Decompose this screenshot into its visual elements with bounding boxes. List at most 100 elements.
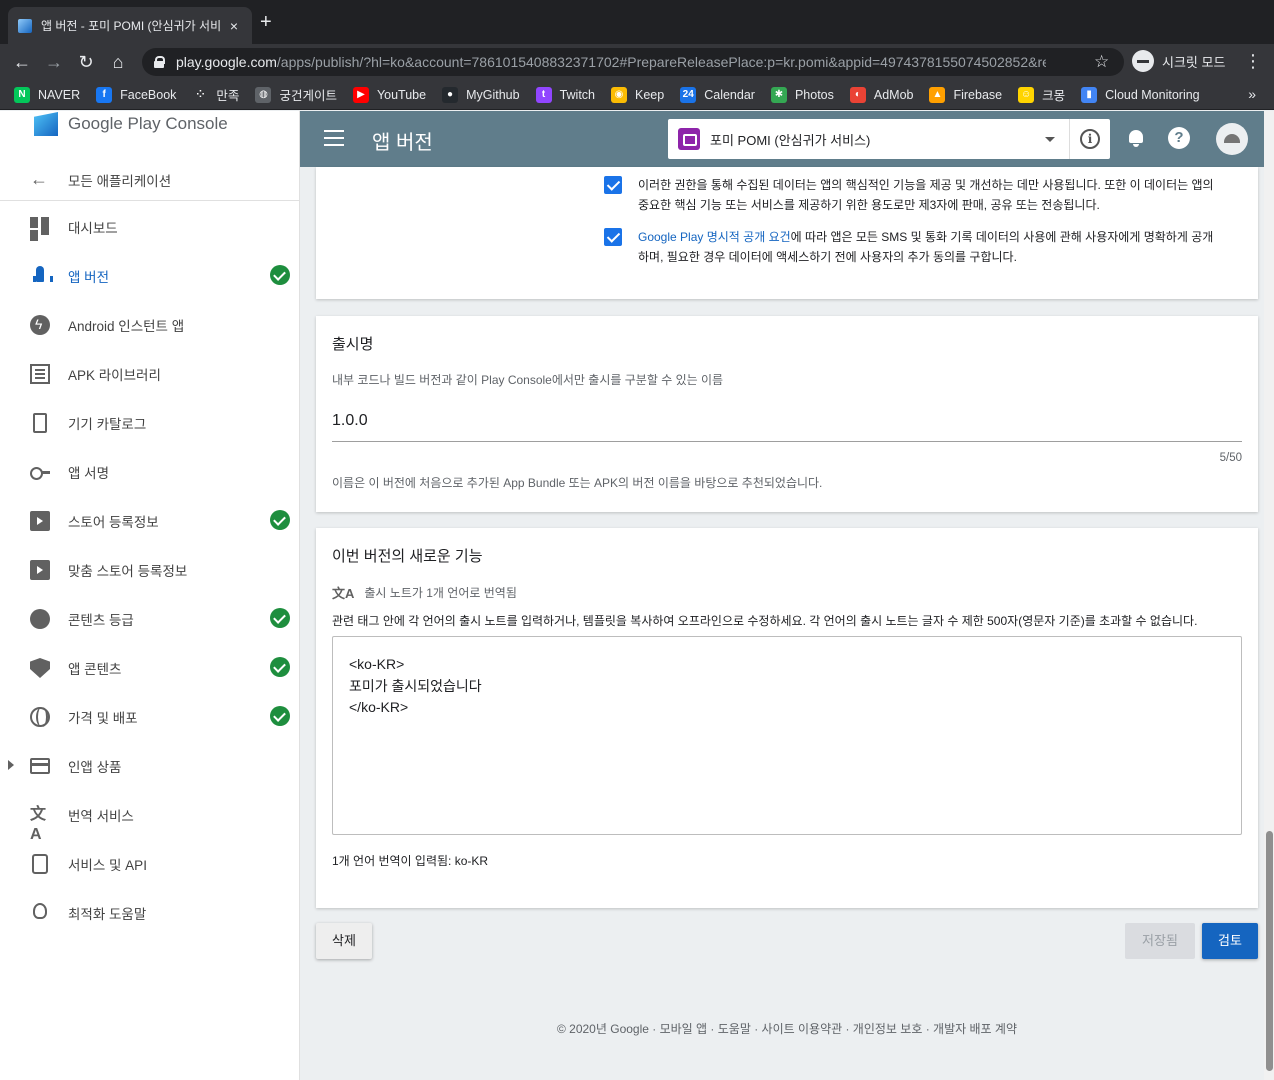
bookmark-keep[interactable]: ◉ Keep [611,86,664,103]
bookmark-firebase[interactable]: ▲ Firebase [929,86,1002,103]
sidebar-item[interactable]: 앱 콘텐츠 [0,643,300,692]
sidebar-item[interactable]: 콘텐츠 등급 [0,594,300,643]
brand[interactable]: Google Play Console [34,111,228,137]
info-button[interactable]: i [1070,119,1110,159]
sidebar-item[interactable]: 대시보드 [0,202,300,251]
sidebar-item[interactable]: 서비스 및 API [0,839,300,888]
sidebar-item[interactable]: 인앱 상품 [0,741,300,790]
disclosure-requirements-link[interactable]: Google Play 명시적 공개 요건 [638,230,791,244]
bookmark-cloud-monitoring[interactable]: ▮ Cloud Monitoring [1081,86,1200,103]
bookmark-photos[interactable]: ✱ Photos [770,86,834,103]
saved-button[interactable]: 저장됨 [1125,923,1195,959]
shield-icon [30,658,50,678]
check-circle-icon [270,510,290,530]
release-name-hint: 이름은 이 버전에 처음으로 추가된 App Bundle 또는 APK의 버전… [332,476,823,490]
translation-status: 文A 출시 노트가 1개 언어로 번역됨 [332,583,517,602]
browser-tab[interactable]: 앱 버전 - 포미 POMI (안심귀가 서비스 × [8,7,252,44]
device-icon [33,413,47,433]
sidebar-item-label: 스토어 등록정보 [68,514,159,530]
delete-button[interactable]: 삭제 [316,923,372,959]
bookmark-twitch[interactable]: t Twitch [535,86,596,103]
new-tab-button[interactable]: + [260,12,272,32]
app-selector[interactable]: 포미 POMI (안심귀가 서비스) i [668,119,1110,159]
checkbox-permission-2[interactable] [604,228,622,246]
permission-text-1: 이러한 권한을 통해 수집된 데이터는 앱의 핵심적인 기능을 제공 및 개선하… [638,178,1214,212]
sidebar-item[interactable]: 기기 카탈로그 [0,398,300,447]
bookmark-만족[interactable]: ⁘ 만족 [192,85,239,104]
bookmark-label: 궁건게이트 [279,89,337,103]
sidebar-item[interactable]: 스토어 등록정보 [0,496,300,545]
review-button[interactable]: 검토 [1202,923,1258,959]
help-icon[interactable]: ? [1168,127,1192,151]
bookmark-facebook[interactable]: f FaceBook [96,86,176,103]
forward-arrow-icon[interactable]: → [42,50,66,74]
bookmark-admob[interactable]: ◐ AdMob [849,86,913,103]
bookmark-star-icon[interactable]: ☆ [1094,52,1109,72]
notifications-bell-icon[interactable] [1124,127,1148,151]
api-icon [32,854,48,874]
bulb-icon [33,903,47,919]
release-name-input[interactable]: 1.0.0 [332,412,1242,442]
bookmark-label: Twitch [559,87,596,102]
release-notes-textarea[interactable]: <ko-KR> 포미가 출시되었습니다 </ko-KR> [332,636,1242,835]
sidebar-item[interactable]: 맞춤 스토어 등록정보 [0,545,300,594]
sidebar-item[interactable]: 文A 번역 서비스 [0,790,300,843]
scrollbar-thumb[interactable] [1266,831,1273,1071]
sidebar-item-label: Android 인스턴트 앱 [68,318,185,334]
checkbox-permission-1[interactable] [604,176,622,194]
monitoring-icon: ▮ [1081,86,1098,103]
all-apps-link[interactable]: ← 모든 애플리케이션 [0,159,300,201]
card-icon [30,758,50,774]
account-avatar[interactable] [1216,123,1248,155]
play-console-favicon-icon [18,18,32,33]
sidebar-item-label: 최적화 도움말 [68,906,147,922]
bookmark-naver[interactable]: N NAVER [14,86,81,103]
home-icon[interactable]: ⌂ [106,50,130,74]
kmong-icon: ☺ [1018,86,1035,103]
back-arrow-icon[interactable]: ← [10,50,34,74]
expand-arrow-icon[interactable] [8,760,14,770]
bookmark-궁건게이트[interactable]: ◍ 궁건게이트 [255,85,337,104]
incognito-indicator[interactable]: 시크릿 모드 [1132,50,1225,72]
sidebar-item-label: 가격 및 배포 [68,710,138,726]
release-name-subtitle: 내부 코드나 빌드 버전과 같이 Play Console에서만 출시를 구분할… [332,373,724,387]
bookmark-youtube[interactable]: ▶ YouTube [352,86,427,103]
sidebar-item[interactable]: 가격 및 배포 [0,692,300,741]
bookmark-크몽[interactable]: ☺ 크몽 [1018,85,1065,104]
browser-menu-icon[interactable]: ⋮ [1244,51,1262,72]
bookmark-label: YouTube [376,87,427,102]
sidebar: Google Play Console ← 모든 애플리케이션 대시보드 앱 버전… [0,111,300,1080]
menu-icon[interactable] [324,130,344,148]
sidebar-item[interactable]: 앱 버전 [0,251,300,300]
whats-new-title: 이번 버전의 새로운 기능 [332,548,483,565]
page-footer: © 2020년 Google · 모바일 앱 · 도움말 · 사이트 이용약관 … [556,1022,1017,1036]
sidebar-item-label: 기기 카탈로그 [68,416,147,432]
release-name-card: 출시명 내부 코드나 빌드 버전과 같이 Play Console에서만 출시를… [316,316,1258,512]
sidebar-item[interactable]: Android 인스턴트 앱 [0,300,300,349]
app-name: 포미 POMI (안심귀가 서비스) [710,132,871,148]
bookmark-label: NAVER [38,87,81,102]
bookmark-calendar[interactable]: 24 Calendar [680,86,755,103]
url-path: /apps/publish/?hl=ko&account=78610154088… [276,54,1046,70]
calendar-icon: 24 [680,86,697,103]
bookmark-mygithub[interactable]: ● MyGithub [442,86,520,103]
tab-close-icon[interactable]: × [226,18,242,34]
bookmark-label: MyGithub [466,87,520,102]
address-bar[interactable]: play.google.com/apps/publish/?hl=ko&acco… [142,48,1124,76]
firebase-icon: ▲ [929,86,946,103]
sidebar-item[interactable]: 최적화 도움말 [0,888,300,937]
bookmarks-more-icon[interactable]: » [1248,86,1256,102]
reload-icon[interactable]: ↻ [74,50,98,74]
app-header: 앱 버전 포미 POMI (안심귀가 서비스) i ? [300,111,1274,167]
key-icon [30,462,50,482]
custom-store-icon [30,560,50,580]
page-scrollbar[interactable] [1264,111,1274,1080]
all-apps-label: 모든 애플리케이션 [68,173,172,189]
sidebar-item[interactable]: APK 라이브러리 [0,349,300,398]
rating-icon [30,609,50,629]
check-circle-icon [270,608,290,628]
play-console-logo-icon [34,112,58,136]
globe-icon [30,707,50,727]
chevron-down-icon [1045,136,1055,142]
sidebar-item[interactable]: 앱 서명 [0,447,300,496]
